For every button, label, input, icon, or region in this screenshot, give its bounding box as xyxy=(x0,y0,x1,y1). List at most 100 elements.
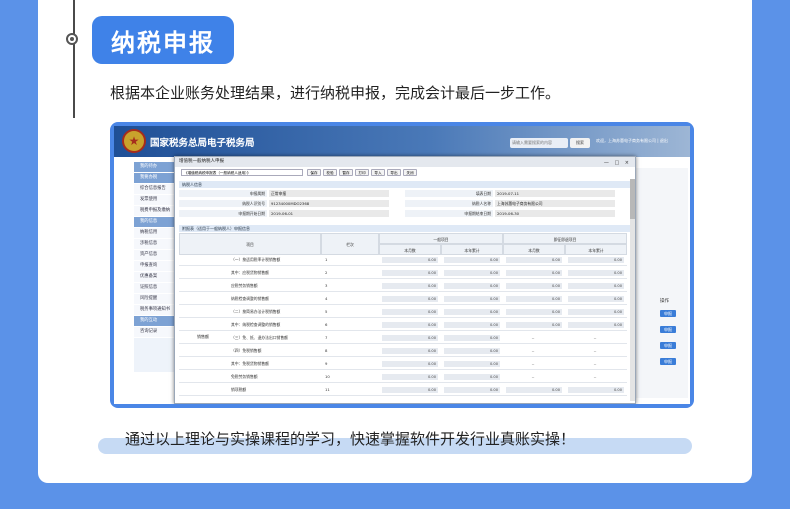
row-item-name: 其中：免税货物销售额 xyxy=(231,361,269,366)
declare-button[interactable]: 申报 xyxy=(660,310,676,317)
row-item-name: 免税劳务销售额 xyxy=(231,374,258,379)
declare-button[interactable]: 申报 xyxy=(660,326,676,333)
row-number: 1 xyxy=(325,257,328,262)
app-title: 国家税务总局电子税务局 xyxy=(150,138,255,149)
info-label: 申报期开始日期 xyxy=(179,210,267,217)
amount-input[interactable]: 0.00 xyxy=(382,309,438,315)
dialog-scroll-thumb[interactable] xyxy=(630,179,635,219)
amount-input[interactable]: 0.00 xyxy=(382,296,438,302)
amount-input[interactable]: 0.00 xyxy=(444,283,500,289)
info-value[interactable]: 上海苏蕙电子商务有限公司 xyxy=(495,200,615,207)
amount-input[interactable]: 0.00 xyxy=(506,270,562,276)
row-item-name: （三）免、抵、退办法出口销售额 xyxy=(231,335,288,340)
amount-input[interactable]: 0.00 xyxy=(382,361,438,367)
row-item-name: （四）免税销售额 xyxy=(231,348,262,353)
amount-input[interactable]: 0.00 xyxy=(506,283,562,289)
toolbar-button[interactable]: 关闭 xyxy=(403,169,417,176)
amount-input[interactable]: 0.00 xyxy=(568,257,624,263)
amount-input[interactable]: 0.00 xyxy=(444,309,500,315)
search-button[interactable]: 搜索 xyxy=(570,138,590,148)
app-header: ★ 国家税务总局电子税务局 请输入需要搜索的内容 搜索 欢迎，上海苏蕙电子商务有… xyxy=(114,126,690,157)
amount-input[interactable]: 0.00 xyxy=(506,322,562,328)
info-value[interactable]: 2019-06-30 xyxy=(495,210,615,217)
row-number: 9 xyxy=(325,361,328,366)
taxpayer-info-header: 纳税人信息 xyxy=(179,181,631,188)
table-row: （四）免税销售额 8 0.00 0.00 -- -- xyxy=(179,346,627,357)
amount-input[interactable]: 0.00 xyxy=(382,270,438,276)
amount-input[interactable]: 0.00 xyxy=(382,335,438,341)
amount-input[interactable]: 0.00 xyxy=(506,257,562,263)
window-controls-icon[interactable]: — □ × xyxy=(604,158,631,168)
amount-input[interactable]: 0.00 xyxy=(568,283,624,289)
amount-input[interactable]: 0.00 xyxy=(444,335,500,341)
amount-input[interactable]: 0.00 xyxy=(382,322,438,328)
operation-label: 操作 xyxy=(660,299,669,304)
amount-input: -- xyxy=(531,375,535,379)
row-number: 3 xyxy=(325,283,328,288)
amount-input: -- xyxy=(531,362,535,366)
amount-input[interactable]: 0.00 xyxy=(568,296,624,302)
declaration-dialog: 增值税一般纳税人申报 — □ × 《增值税纳税申报表（一般纳税人适用）》 保存校… xyxy=(174,156,636,404)
amount-input[interactable]: 0.00 xyxy=(568,270,624,276)
amount-input[interactable]: 0.00 xyxy=(444,348,500,354)
info-label: 申报期结束日期 xyxy=(405,210,493,217)
row-number: 2 xyxy=(325,270,328,275)
info-label: 纳税人识别号 xyxy=(179,200,267,207)
declare-button[interactable]: 申报 xyxy=(660,342,676,349)
row-number: 11 xyxy=(325,387,330,392)
table-row: （一）按适用税率计税销售额 1 0.00 0.00 0.00 0.00 xyxy=(179,255,627,266)
row-number: 6 xyxy=(325,322,328,327)
timeline-dot-icon xyxy=(66,33,78,45)
toolbar-button[interactable]: 暂存 xyxy=(339,169,353,176)
row-item-name: 其中：应税货物销售额 xyxy=(231,270,269,275)
amount-input[interactable]: 0.00 xyxy=(568,387,624,393)
table-row: 其中：应税货物销售额 2 0.00 0.00 0.00 0.00 xyxy=(179,268,627,279)
amount-input[interactable]: 0.00 xyxy=(444,296,500,302)
info-value[interactable]: 2019-07-11 xyxy=(495,190,615,197)
amount-input[interactable]: 0.00 xyxy=(382,283,438,289)
toolbar-button[interactable]: 保存 xyxy=(307,169,321,176)
amount-input[interactable]: 0.00 xyxy=(444,322,500,328)
amount-input[interactable]: 0.00 xyxy=(568,309,624,315)
sales-section-header: 附报表（适用于一般纳税人）申报信息 xyxy=(179,225,631,232)
col-year-header: 本年累计 xyxy=(565,244,627,255)
amount-input[interactable]: 0.00 xyxy=(444,361,500,367)
info-label: 申报属期 xyxy=(179,190,267,197)
amount-input[interactable]: 0.00 xyxy=(382,348,438,354)
amount-input[interactable]: 0.00 xyxy=(506,309,562,315)
toolbar-button[interactable]: 导入 xyxy=(371,169,385,176)
search-input[interactable]: 请输入需要搜索的内容 xyxy=(510,138,568,148)
row-item-name: （一）按适用税率计税销售额 xyxy=(231,257,281,262)
form-select[interactable]: 《增值税纳税申报表（一般纳税人适用）》 xyxy=(181,169,303,176)
amount-input[interactable]: 0.00 xyxy=(382,257,438,263)
amount-input: -- xyxy=(593,336,597,340)
col-general-header: 一般项目 xyxy=(379,233,503,244)
info-value[interactable]: 2019-06-01 xyxy=(269,210,389,217)
row-number: 7 xyxy=(325,335,328,340)
amount-input[interactable]: 0.00 xyxy=(444,387,500,393)
amount-input: -- xyxy=(593,349,597,353)
amount-input[interactable]: 0.00 xyxy=(444,257,500,263)
tax-emblem-icon: ★ xyxy=(122,129,146,153)
amount-input[interactable]: 0.00 xyxy=(568,322,624,328)
amount-input[interactable]: 0.00 xyxy=(506,387,562,393)
toolbar-button[interactable]: 打印 xyxy=(355,169,369,176)
amount-input[interactable]: 0.00 xyxy=(444,270,500,276)
sales-side-label: 销售额 xyxy=(197,334,209,339)
info-value[interactable]: 正常申报 xyxy=(269,190,389,197)
user-info[interactable]: 欢迎，上海苏蕙电子商务有限公司 | 退出 xyxy=(596,138,668,144)
amount-input[interactable]: 0.00 xyxy=(506,296,562,302)
toolbar-button[interactable]: 校验 xyxy=(323,169,337,176)
table-row: 其中：免税货物销售额 9 0.00 0.00 -- -- xyxy=(179,359,627,370)
dialog-title-text: 增值税一般纳税人申报 xyxy=(179,159,224,164)
toolbar-button[interactable]: 导出 xyxy=(387,169,401,176)
amount-input[interactable]: 0.00 xyxy=(382,374,438,380)
amount-input[interactable]: 0.00 xyxy=(444,374,500,380)
info-value[interactable]: 91234000MDO2368 xyxy=(269,200,389,207)
declare-button[interactable]: 申报 xyxy=(660,358,676,365)
col-number-header: 栏次 xyxy=(321,233,379,255)
row-item-name: （二）按简易办法计税销售额 xyxy=(231,309,281,314)
amount-input[interactable]: 0.00 xyxy=(382,387,438,393)
amount-input: -- xyxy=(593,362,597,366)
table-row: （二）按简易办法计税销售额 5 0.00 0.00 0.00 0.00 xyxy=(179,307,627,318)
